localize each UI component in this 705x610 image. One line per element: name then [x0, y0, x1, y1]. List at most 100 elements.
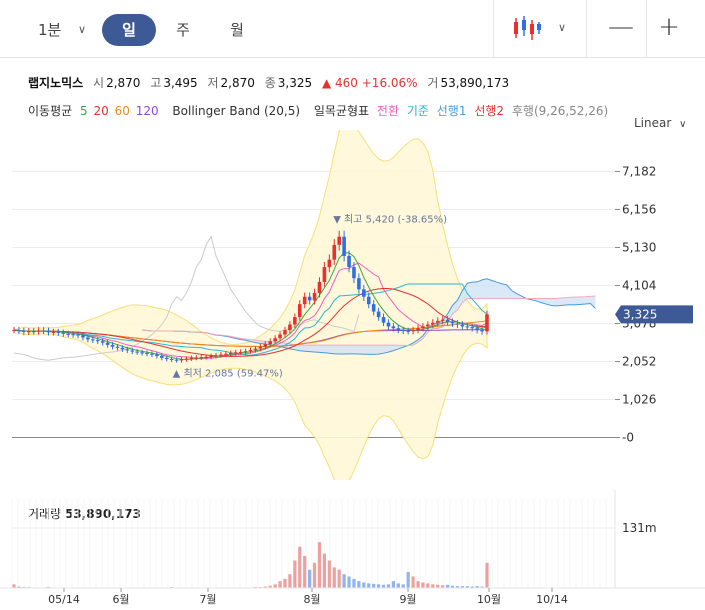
- y-tick-label: 7,182: [622, 164, 656, 178]
- candle-body: [475, 328, 479, 331]
- candle-body: [302, 296, 307, 305]
- ichimoku-label[interactable]: 일목균형표: [314, 104, 369, 118]
- volume-bar: [303, 555, 307, 588]
- low-annotation: ▲ 최저 2,085 (59.47%): [173, 368, 283, 380]
- candle-body: [480, 330, 484, 332]
- candle-body: [204, 356, 208, 358]
- candle-body: [342, 236, 346, 256]
- candle-body: [150, 353, 154, 355]
- zoom-out-button[interactable]: —: [606, 12, 636, 44]
- price-info-bar: 랩지노믹스 시 2,870 고 3,495 저 2,870 종 3,325 ▲ 460 …: [28, 74, 515, 91]
- x-tick-label: 10월: [477, 593, 501, 606]
- volume-bar: [421, 582, 425, 588]
- candle-body: [406, 330, 410, 332]
- candle-body: [337, 236, 341, 245]
- x-tick-label: 10/14: [536, 593, 568, 606]
- chart-toolbar: 1분 ∨ 일 주 월 ∨ — +: [0, 0, 705, 58]
- bollinger-label[interactable]: Bollinger Band (20,5): [172, 104, 300, 118]
- candle-body: [105, 342, 110, 345]
- candle-body: [86, 337, 90, 340]
- indicator-legend: 이동평균 5 20 60 120 Bollinger Band (20,5) 일…: [28, 102, 612, 119]
- y-tick-label: 2,052: [622, 355, 656, 369]
- timeframe-day-button[interactable]: 일: [102, 14, 156, 46]
- candle-body: [71, 334, 75, 336]
- candle-body: [169, 358, 174, 360]
- candle-body: [76, 334, 80, 336]
- volume-chart[interactable]: 131m 05/14 6월 7월 8월 9월 10월 10/14: [0, 490, 705, 610]
- timeframe-1min-dropdown[interactable]: 1분 ∨: [38, 14, 108, 46]
- volume-bar: [283, 578, 287, 588]
- ma20-label: 20: [93, 104, 109, 118]
- volume-bar: [396, 583, 400, 588]
- candle-body: [396, 328, 401, 331]
- volume-bar: [342, 574, 346, 588]
- candle-body: [135, 351, 139, 353]
- high-label: 고: [150, 76, 162, 90]
- zoom-in-button[interactable]: +: [654, 12, 684, 44]
- candle-body: [243, 351, 248, 353]
- volume-bar: [362, 582, 366, 588]
- candle-body: [352, 267, 356, 279]
- candle-body: [445, 319, 450, 322]
- ma5-label: 5: [80, 104, 88, 118]
- candle-body: [66, 333, 70, 335]
- open-value: 2,870: [106, 76, 141, 90]
- candle-body: [100, 341, 105, 343]
- candle-body: [455, 323, 460, 325]
- candle-body: [194, 357, 199, 359]
- scale-dropdown[interactable]: Linear ∨: [634, 116, 686, 130]
- candle-body: [51, 331, 56, 333]
- chevron-down-icon[interactable]: ∨: [558, 14, 566, 42]
- close-label: 종: [264, 76, 276, 90]
- volume-bar: [288, 574, 292, 588]
- ichimoku-lead2-label: 선행2: [474, 104, 505, 118]
- volume-bar: [327, 560, 331, 588]
- volume-bar: [308, 569, 312, 588]
- candle-body: [120, 347, 125, 350]
- ma60-label: 60: [114, 104, 130, 118]
- x-tick-label: 7월: [199, 593, 216, 606]
- candle-body: [485, 314, 489, 332]
- toolbar-divider: [646, 0, 647, 58]
- candle-body: [317, 281, 322, 294]
- ichimoku-conversion-label: 전환: [376, 104, 400, 118]
- candle-body: [263, 344, 268, 347]
- volume-bar: [357, 581, 361, 588]
- candle-body: [56, 331, 61, 333]
- candle-body: [426, 324, 430, 327]
- candle-body: [283, 330, 287, 335]
- volume-tick-label: 131m: [622, 521, 657, 535]
- candle-body: [357, 278, 361, 290]
- timeframe-week-button[interactable]: 주: [168, 14, 198, 46]
- candle-body: [327, 259, 332, 268]
- candle-body: [312, 293, 317, 301]
- candlestick-type-icon[interactable]: [512, 14, 542, 42]
- ma-label[interactable]: 이동평균: [28, 104, 72, 118]
- candle-body: [17, 330, 21, 332]
- candle-body: [376, 311, 381, 318]
- volume-label: 거: [427, 76, 439, 90]
- x-tick-label: 9월: [399, 593, 416, 606]
- candle-body: [81, 335, 85, 338]
- candle-body: [401, 330, 406, 332]
- change-value: ▲ 460: [321, 76, 358, 90]
- timeframe-month-button[interactable]: 월: [222, 14, 252, 46]
- candle-body: [366, 296, 371, 305]
- candle-body: [253, 348, 258, 351]
- ma120-label: 120: [135, 104, 159, 118]
- candle-body: [219, 354, 223, 356]
- volume-bar: [337, 569, 341, 588]
- candle-body: [273, 338, 277, 342]
- candle-body: [130, 350, 135, 352]
- candle-body: [460, 324, 465, 327]
- scale-label: Linear: [634, 116, 672, 130]
- candle-body: [238, 351, 243, 353]
- candle-body: [435, 320, 440, 323]
- candle-body: [199, 357, 204, 359]
- candle-body: [465, 326, 470, 328]
- candle-body: [233, 352, 238, 354]
- candle-body: [125, 349, 130, 351]
- chevron-down-icon: ∨: [679, 119, 687, 130]
- volume-bar: [322, 553, 327, 588]
- price-chart[interactable]: 7,1826,1565,1304,1043,0782,0521,026-0▼ 최…: [0, 130, 705, 482]
